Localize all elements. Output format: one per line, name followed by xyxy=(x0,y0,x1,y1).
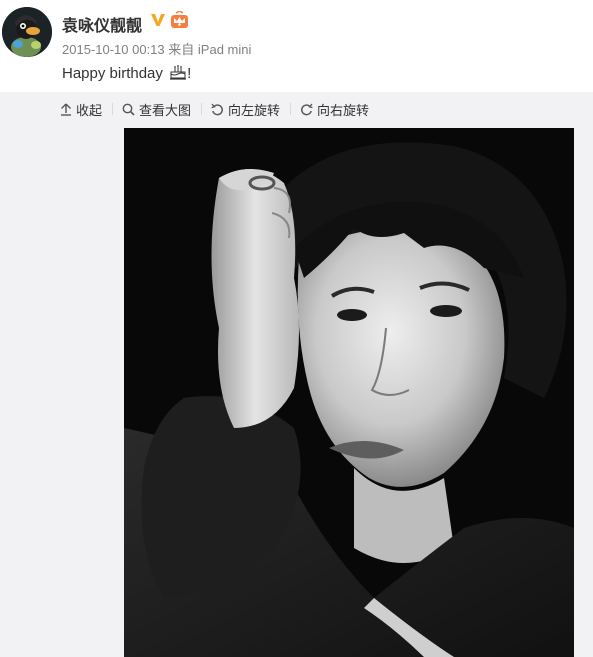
media-toolbar: 收起 查看大图 向左旋转 向右旋转 xyxy=(60,98,369,120)
post-body: Happy birthday xyxy=(62,65,168,82)
member-crown-icon[interactable] xyxy=(170,11,189,29)
source-prefix: 来自 xyxy=(168,42,195,57)
toolbar-divider xyxy=(112,103,114,115)
media-expanded-panel: 收起 查看大图 向左旋转 向右旋转 xyxy=(0,92,593,657)
collapse-label: 收起 xyxy=(76,102,103,118)
author-avatar[interactable] xyxy=(2,7,52,57)
post-time[interactable]: 2015-10-10 00:13 xyxy=(62,42,165,57)
rotate-right-label: 向右旋转 xyxy=(317,102,370,118)
collapse-arrow-icon xyxy=(61,103,71,116)
birthday-cake-icon xyxy=(170,65,187,80)
author-name[interactable]: 袁咏仪靓靓 xyxy=(62,12,142,36)
view-large-label: 查看大图 xyxy=(139,102,192,118)
verified-v-icon[interactable] xyxy=(150,12,166,28)
post-source[interactable]: iPad mini xyxy=(198,42,251,57)
magnifier-icon xyxy=(122,103,135,116)
avatar-image xyxy=(2,7,52,57)
post-suffix: ! xyxy=(187,65,192,82)
post-header: 袁咏仪靓靓 2015-10-10 00:13 来自 iPad mini Happ… xyxy=(0,0,593,92)
rotate-right-icon xyxy=(301,103,313,115)
rotate-right-button[interactable]: 向右旋转 xyxy=(300,100,369,119)
rotate-left-label: 向左旋转 xyxy=(228,102,281,118)
post-meta: 2015-10-10 00:13 来自 iPad mini xyxy=(62,39,251,58)
toolbar-divider xyxy=(201,103,203,115)
weibo-post: 袁咏仪靓靓 2015-10-10 00:13 来自 iPad mini Happ… xyxy=(0,0,593,657)
post-photo[interactable] xyxy=(124,128,574,657)
rotate-left-button[interactable]: 向左旋转 xyxy=(211,100,280,119)
collapse-button[interactable]: 收起 xyxy=(60,100,102,119)
toolbar-divider xyxy=(290,103,292,115)
view-large-button[interactable]: 查看大图 xyxy=(122,100,191,119)
post-text: Happy birthday ! xyxy=(62,64,191,82)
rotate-left-icon xyxy=(211,103,223,115)
portrait-photo xyxy=(124,128,574,657)
